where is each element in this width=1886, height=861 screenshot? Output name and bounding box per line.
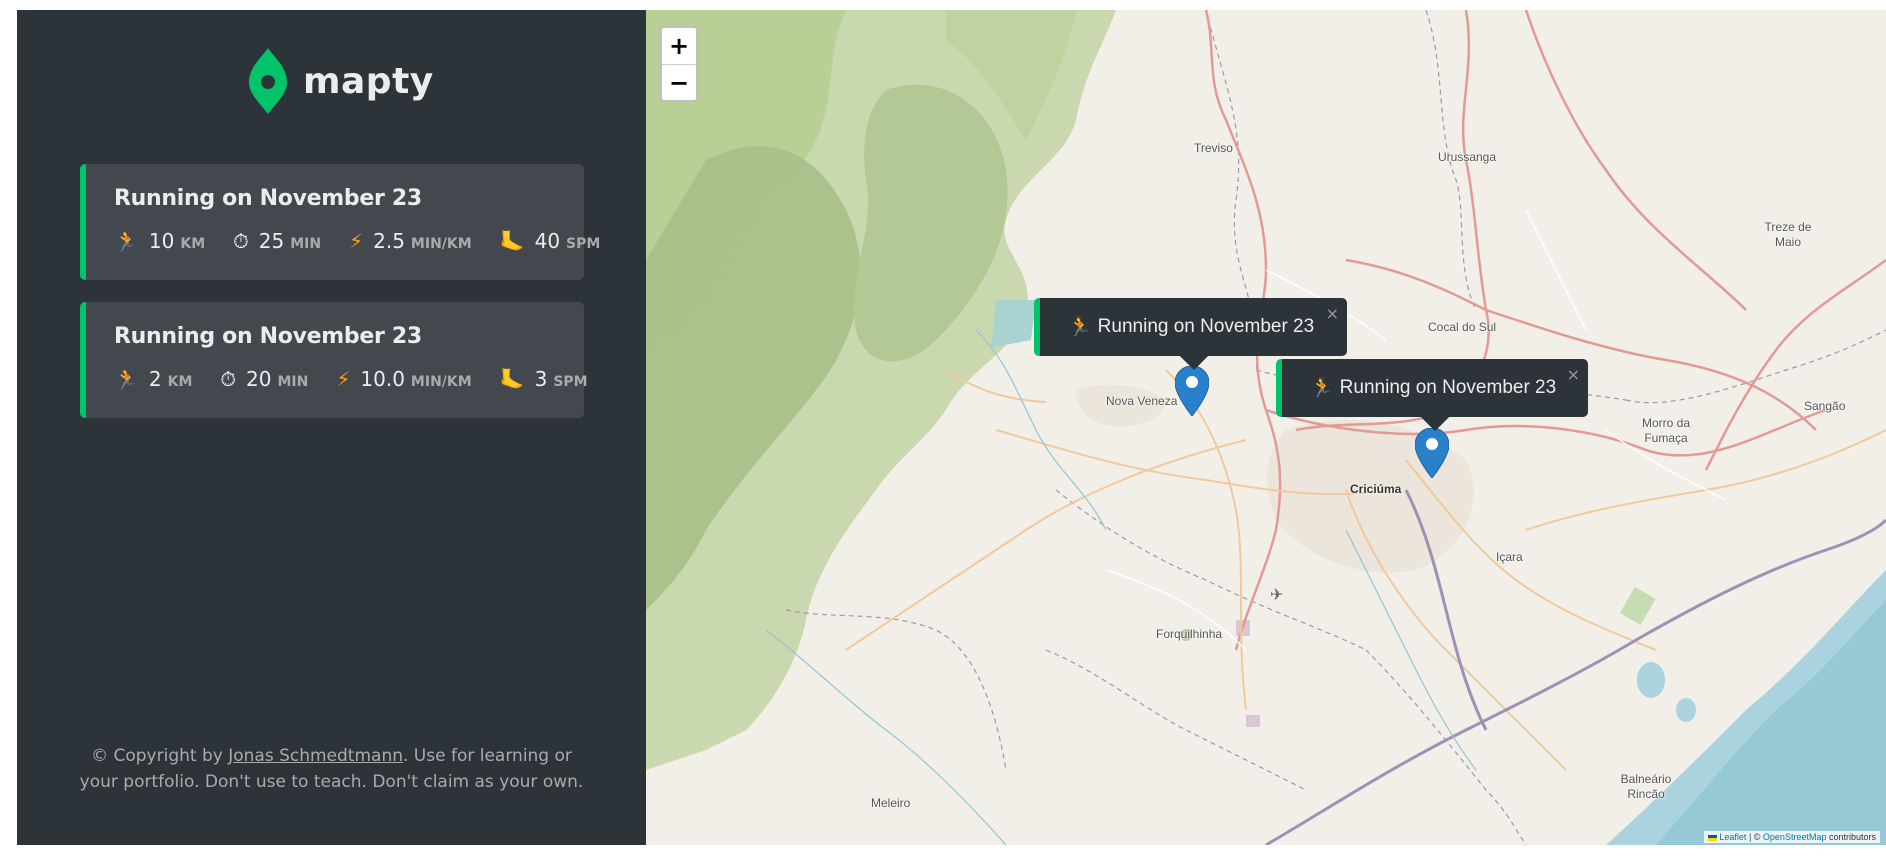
zoom-out-button[interactable]: − [662,64,696,100]
workout-item[interactable]: Running on November 23 🏃 10 km ⏱ 25 min … [80,164,600,280]
distance-unit: km [167,374,193,390]
pace-value: 2.5 [373,229,405,253]
popup-label: Running on November 23 [1097,316,1315,337]
workout-item[interactable]: Running on November 23 🏃 2 km ⏱ 20 min ⚡ [80,302,588,418]
duration-value: 25 [258,229,285,253]
workout-duration: ⏱ 20 min [220,367,308,391]
marker-popup[interactable]: 🏃 Running on November 23 × [1034,298,1347,371]
popup-close-button[interactable]: × [1567,365,1580,384]
author-link[interactable]: Jonas Schmedtmann [228,746,403,766]
cadence-unit: spm [566,236,601,252]
cadence-value: 3 [534,367,548,391]
map-marker-icon[interactable] [1175,366,1209,416]
runner-icon: 🏃 [114,367,139,391]
place-label-sangao: Sangão [1804,399,1846,413]
lightning-icon: ⚡ [349,229,364,253]
zoom-in-button[interactable]: + [662,28,696,64]
distance-value: 2 [148,367,162,391]
place-label-cocal-do-sul: Cocal do Sul [1428,320,1497,334]
zoom-control: + − [660,26,698,102]
foot-icon: 🦶 [499,367,525,391]
workout-pace: ⚡ 10.0 min/km [336,367,471,391]
stopwatch-icon: ⏱ [233,229,249,253]
place-label-meleiro: Meleiro [871,796,911,810]
place-label-nova-veneza: Nova Veneza [1106,394,1178,408]
map-pin-logo-icon [249,48,287,114]
app: mapty Running on November 23 🏃 10 km ⏱ 2… [17,10,1886,845]
pace-unit: min/km [410,236,472,252]
copyright-notice: © Copyright by Jonas Schmedtmann. Use fo… [17,743,646,795]
place-label-urussanga: Urussanga [1438,150,1497,164]
foot-icon: 🦶 [499,229,525,253]
place-label-icara: Içara [1496,550,1523,564]
duration-unit: min [277,374,309,390]
runner-icon: 🏃 [114,229,139,253]
place-label-balneario-rincao: Balneário Rincão [1620,772,1672,801]
workout-duration: ⏱ 25 min [233,229,321,253]
workout-distance: 🏃 2 km [114,367,192,391]
stopwatch-icon: ⏱ [220,367,237,391]
place-label-treviso: Treviso [1194,141,1233,155]
map[interactable]: ✈ Treviso Urussanga Treze de Maio Cocal … [646,10,1886,845]
map-marker-icon[interactable] [1415,428,1449,478]
copyright-prefix: © Copyright by [91,746,229,766]
lightning-icon: ⚡ [336,367,351,391]
pace-unit: min/km [410,374,472,390]
ukraine-flag-icon [1708,834,1718,841]
workout-title: Running on November 23 [114,186,422,211]
workout-pace: ⚡ 2.5 min/km [349,229,472,253]
place-label-treze-de-maio: Treze de Maio [1764,220,1812,249]
popup-close-button[interactable]: × [1326,304,1339,323]
cadence-unit: spm [553,374,588,390]
map-attribution: Leaflet | © OpenStreetMap contributors [1704,831,1880,843]
workout-cadence: 🦶 40 spm [500,229,601,253]
place-label-criciuma: Criciúma [1350,482,1402,496]
openstreetmap-link[interactable]: OpenStreetMap [1763,832,1827,842]
cadence-value: 40 [534,229,561,253]
attribution-suffix: contributors [1826,832,1876,842]
workout-title: Running on November 23 [114,324,422,349]
place-label-forquilhinha: Forquilhinha [1156,627,1223,641]
logo-text: mapty [303,60,434,102]
marker-popup[interactable]: 🏃 Running on November 23 × [1276,359,1588,432]
duration-value: 20 [246,367,272,391]
workout-details: 🏃 10 km ⏱ 25 min ⚡ 2.5 min/km [114,229,600,253]
runner-icon: 🏃 [1068,317,1092,338]
runner-icon: 🏃 [1310,378,1334,399]
distance-value: 10 [148,229,175,253]
attribution-separator: | © [1746,832,1763,842]
svg-text:✈: ✈ [1270,585,1283,604]
duration-unit: min [290,236,322,252]
workout-distance: 🏃 10 km [114,229,205,253]
distance-unit: km [180,236,206,252]
workout-list: Running on November 23 🏃 10 km ⏱ 25 min … [80,164,600,440]
workout-cadence: 🦶 3 spm [500,367,588,391]
logo: mapty [249,48,434,114]
leaflet-link[interactable]: Leaflet [1719,832,1746,842]
map-tiles: ✈ [646,10,1886,845]
workout-details: 🏃 2 km ⏱ 20 min ⚡ 10.0 min/km [114,367,588,391]
popup-label: Running on November 23 [1339,377,1557,398]
sidebar: mapty Running on November 23 🏃 10 km ⏱ 2… [17,10,646,845]
place-label-morro-da-fumaca: Morro da Fumaça [1641,416,1691,445]
pace-value: 10.0 [360,367,405,391]
